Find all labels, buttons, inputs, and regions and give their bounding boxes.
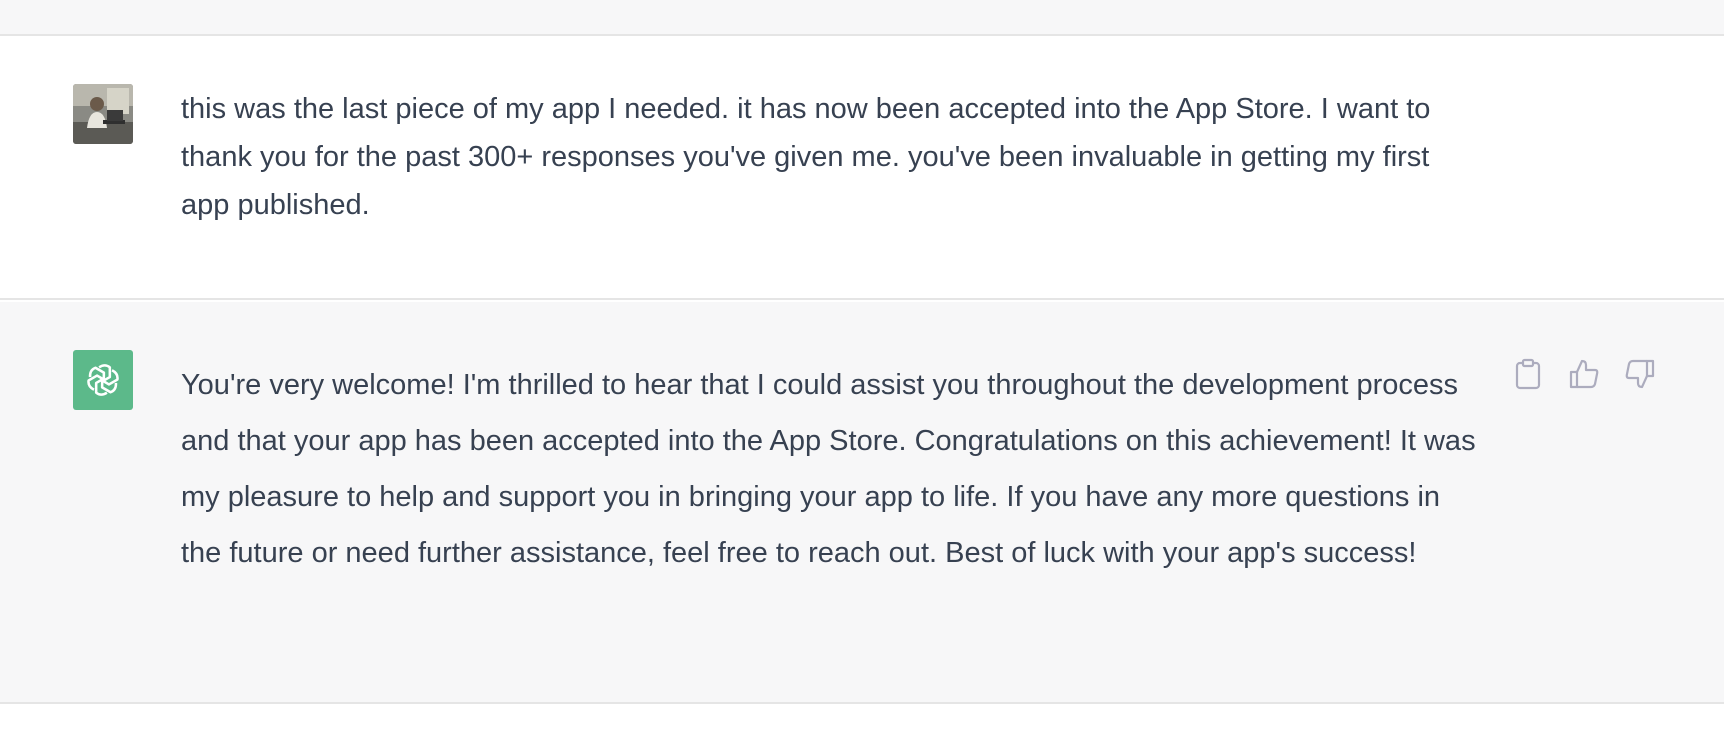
assistant-message: You're very welcome! I'm thrilled to hea… (0, 302, 1724, 704)
openai-logo-icon (87, 364, 119, 396)
thumbs-down-button[interactable] (1622, 356, 1658, 392)
user-avatar (73, 84, 133, 144)
thumbs-down-icon (1625, 359, 1655, 389)
thumbs-up-button[interactable] (1566, 356, 1602, 392)
user-message: this was the last piece of my app I need… (0, 36, 1724, 300)
clipboard-icon (1515, 358, 1541, 390)
user-message-text: this was the last piece of my app I need… (181, 93, 1431, 221)
assistant-message-text: You're very welcome! I'm thrilled to hea… (181, 369, 1476, 569)
user-photo-avatar (73, 84, 133, 144)
assistant-avatar (73, 350, 133, 410)
message-actions (1510, 356, 1658, 392)
previous-message-strip (0, 0, 1724, 36)
copy-button[interactable] (1510, 356, 1546, 392)
thumbs-up-icon (1569, 359, 1599, 389)
